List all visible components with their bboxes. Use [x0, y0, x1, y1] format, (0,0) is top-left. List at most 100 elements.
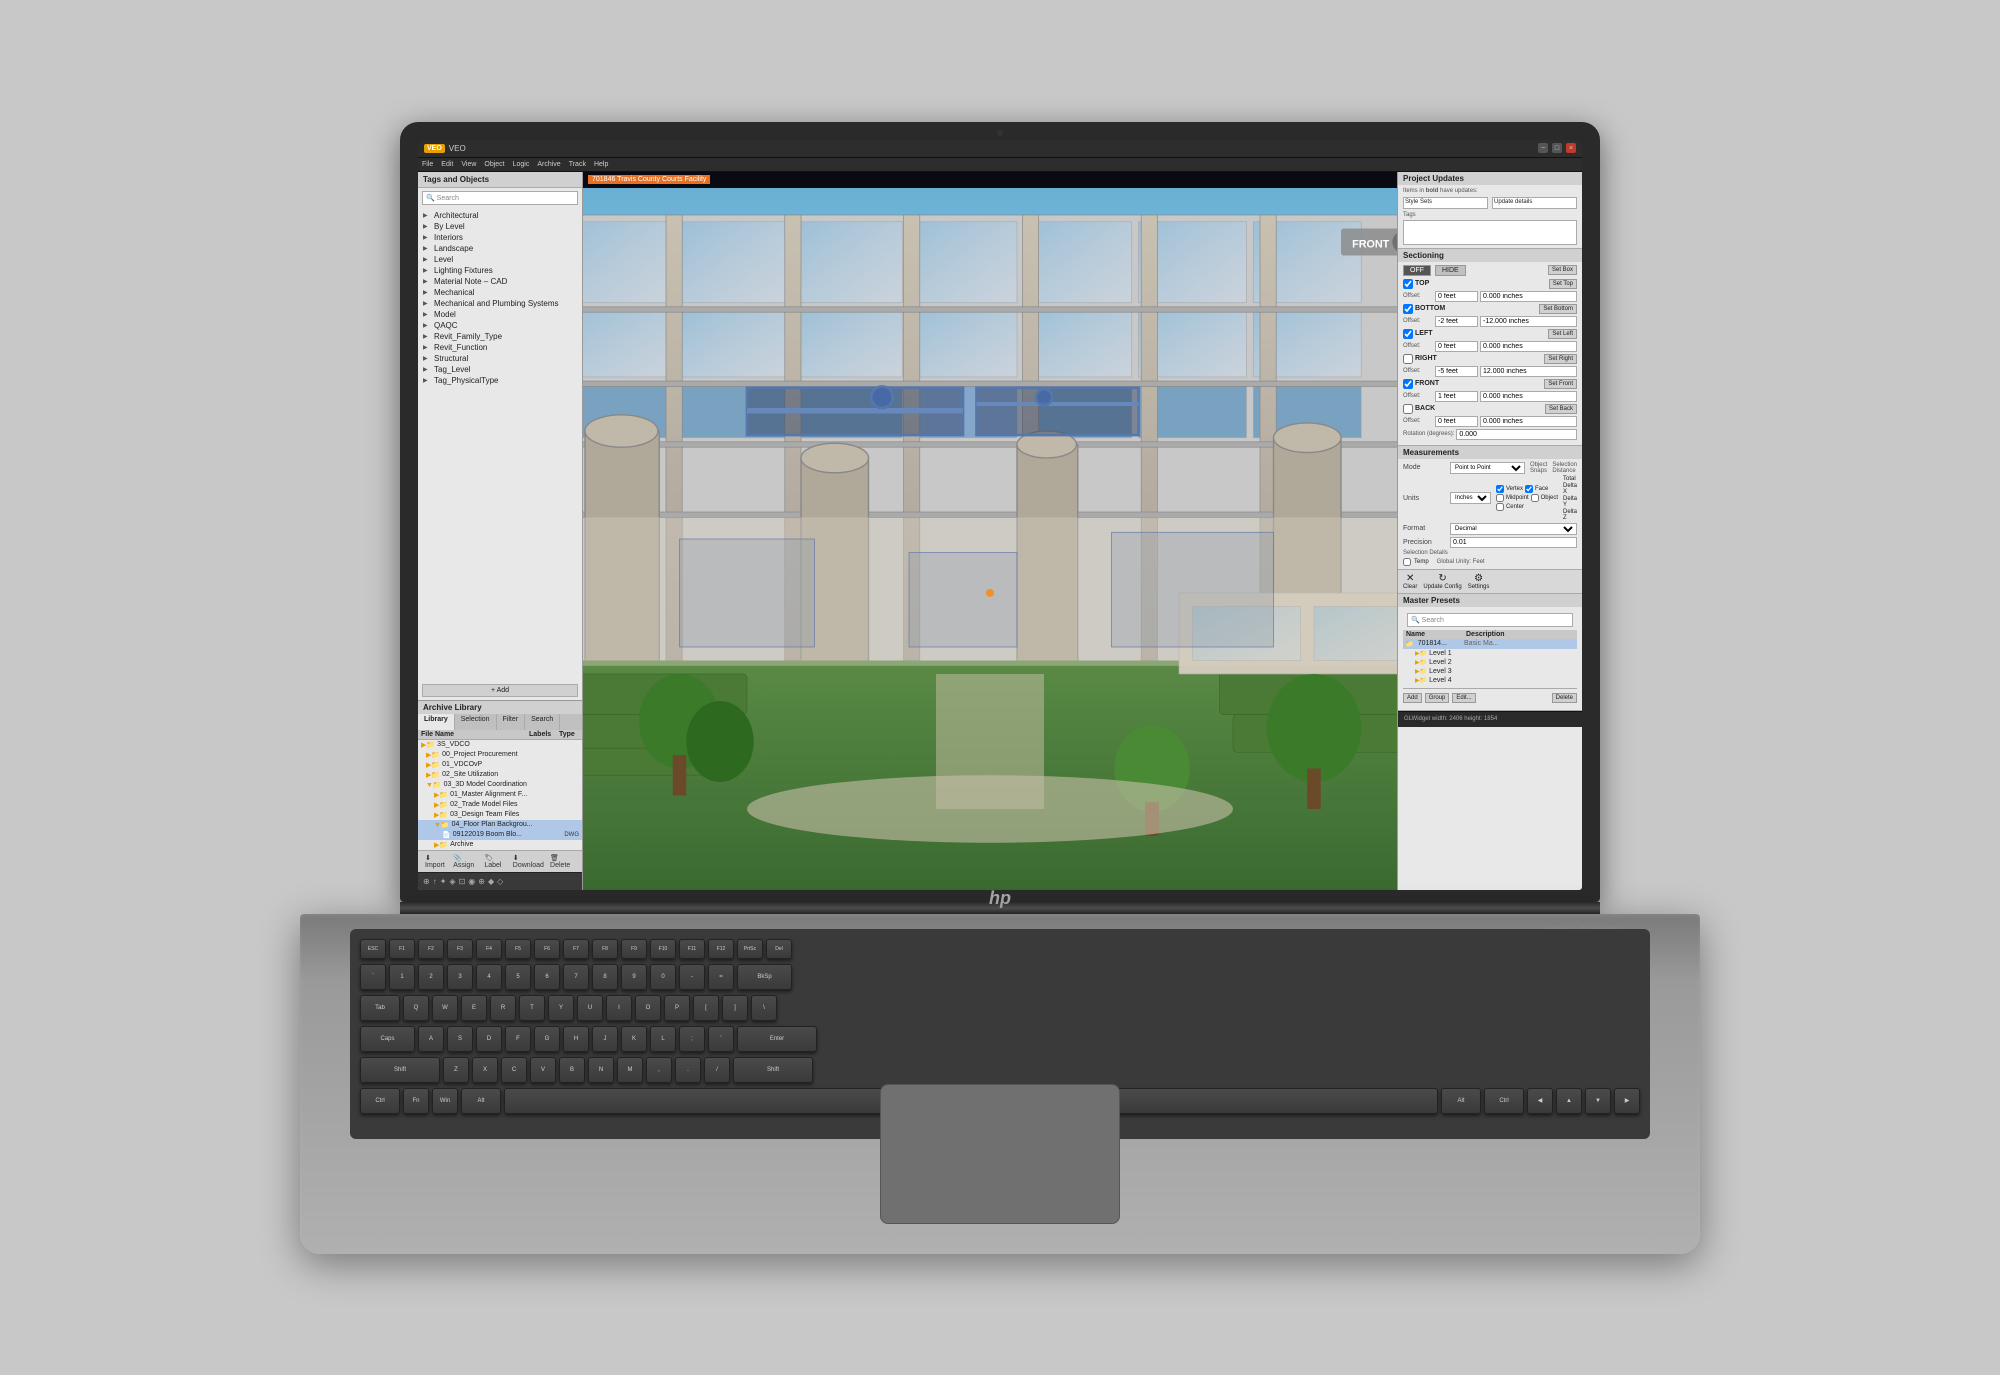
key-g[interactable]: G — [534, 1026, 560, 1052]
key-f7[interactable]: F7 — [563, 939, 589, 959]
key-9[interactable]: 9 — [621, 964, 647, 990]
preset-level-2[interactable]: ▶📁 Level 2 — [1411, 658, 1577, 667]
key-alt-left[interactable]: Alt — [461, 1088, 501, 1114]
bottom-value-input[interactable] — [1480, 316, 1577, 327]
tree-item-mechanical[interactable]: ▶ Mechanical — [418, 287, 582, 298]
key-del[interactable]: Del — [766, 939, 792, 959]
tree-item-bylevel[interactable]: ▶ By Level — [418, 221, 582, 232]
tab-library[interactable]: Library — [418, 714, 455, 730]
assign-button[interactable]: 📎 Assign — [450, 853, 481, 870]
key-w[interactable]: W — [432, 995, 458, 1021]
delete-button[interactable]: 🗑 Delete — [547, 853, 578, 870]
object-snap[interactable] — [1531, 494, 1539, 502]
key-shift-right[interactable]: Shift — [733, 1057, 813, 1083]
edit-preset-button[interactable]: Edit... — [1452, 693, 1475, 703]
tree-item-qaqc[interactable]: ▶ QAQC — [418, 320, 582, 331]
maximize-button[interactable]: □ — [1552, 143, 1562, 153]
key-h[interactable]: H — [563, 1026, 589, 1052]
key-q[interactable]: Q — [403, 995, 429, 1021]
master-presets-header[interactable]: Master Presets — [1398, 594, 1582, 607]
import-button[interactable]: ⬇ Import — [422, 853, 450, 870]
file-row-trade[interactable]: ▶📁 02_Trade Model Files — [418, 800, 582, 810]
file-row-procurement[interactable]: ▶📁 00_Project Procurement — [418, 750, 582, 760]
key-k[interactable]: K — [621, 1026, 647, 1052]
key-f[interactable]: F — [505, 1026, 531, 1052]
front-offset-input[interactable] — [1435, 391, 1478, 402]
key-f11[interactable]: F11 — [679, 939, 705, 959]
rotation-input[interactable] — [1456, 429, 1577, 440]
tags-search-box[interactable]: 🔍 Search — [422, 191, 578, 205]
tags-area[interactable] — [1403, 220, 1577, 245]
preset-level-3[interactable]: ▶📁 Level 3 — [1411, 667, 1577, 676]
tree-item-structural[interactable]: ▶ Structural — [418, 353, 582, 364]
toolbar-icon-8[interactable]: ◆ — [488, 877, 494, 886]
front-checkbox[interactable] — [1403, 379, 1413, 389]
tree-item-revit-family[interactable]: ▶ Revit_Family_Type — [418, 331, 582, 342]
top-checkbox[interactable] — [1403, 279, 1413, 289]
file-row-site[interactable]: ▶📁 02_Site Utilization — [418, 770, 582, 780]
back-checkbox[interactable] — [1403, 404, 1413, 414]
tree-item-lighting[interactable]: ▶ Lighting Fixtures — [418, 265, 582, 276]
key-backtick[interactable]: ` — [360, 964, 386, 990]
toolbar-icon-3[interactable]: ✦ — [440, 877, 447, 886]
right-value-input[interactable] — [1480, 366, 1577, 377]
key-f6[interactable]: F6 — [534, 939, 560, 959]
label-button[interactable]: 🏷 Label — [481, 853, 509, 870]
viewport[interactable]: 701846 Travis County Courts Facility — [583, 172, 1397, 890]
set-back-button[interactable]: Set Back — [1545, 404, 1577, 414]
left-offset-input[interactable] — [1435, 341, 1478, 352]
key-f1[interactable]: F1 — [389, 939, 415, 959]
update-details-input[interactable]: Update details — [1492, 197, 1577, 209]
key-l[interactable]: L — [650, 1026, 676, 1052]
key-minus[interactable]: - — [679, 964, 705, 990]
add-preset-button[interactable]: Add — [1403, 693, 1422, 703]
set-right-button[interactable]: Set Right — [1544, 354, 1577, 364]
key-f4[interactable]: F4 — [476, 939, 502, 959]
back-offset-input[interactable] — [1435, 416, 1478, 427]
key-v[interactable]: V — [530, 1057, 556, 1083]
tree-item-material[interactable]: ▶ Material Note – CAD — [418, 276, 582, 287]
measurements-header[interactable]: Measurements — [1398, 446, 1582, 459]
key-arrow-down[interactable]: ▼ — [1585, 1088, 1611, 1114]
key-backslash[interactable]: \ — [751, 995, 777, 1021]
key-period[interactable]: . — [675, 1057, 701, 1083]
key-f2[interactable]: F2 — [418, 939, 444, 959]
key-c[interactable]: C — [501, 1057, 527, 1083]
left-checkbox[interactable] — [1403, 329, 1413, 339]
key-comma[interactable]: , — [646, 1057, 672, 1083]
key-n[interactable]: N — [588, 1057, 614, 1083]
toolbar-icon-2[interactable]: ↑ — [433, 877, 437, 886]
file-row-vdcovp[interactable]: ▶📁 01_VDCOvP — [418, 760, 582, 770]
set-top-button[interactable]: Set Top — [1549, 279, 1577, 289]
touchpad[interactable] — [880, 1084, 1120, 1224]
key-ctrl-right[interactable]: Ctrl — [1484, 1088, 1524, 1114]
key-6[interactable]: 6 — [534, 964, 560, 990]
key-1[interactable]: 1 — [389, 964, 415, 990]
file-row-boom[interactable]: 📄 09122019 Boom Blo... DWG — [418, 830, 582, 840]
key-shift-left[interactable]: Shift — [360, 1057, 440, 1083]
key-a[interactable]: A — [418, 1026, 444, 1052]
tree-item-tag-physical[interactable]: ▶ Tag_PhysicalType — [418, 375, 582, 386]
toolbar-icon-5[interactable]: ⊡ — [459, 877, 466, 886]
section-off-button[interactable]: OFF — [1403, 265, 1431, 276]
key-arrow-left[interactable]: ◀ — [1527, 1088, 1553, 1114]
menu-track[interactable]: Track — [569, 161, 586, 168]
toolbar-icon-9[interactable]: ◇ — [497, 877, 503, 886]
menu-file[interactable]: File — [422, 161, 433, 168]
bottom-checkbox[interactable] — [1403, 304, 1413, 314]
toolbar-icon-4[interactable]: ◈ — [449, 877, 455, 886]
file-row-vdco[interactable]: ▶📁 3S_VDCO — [418, 740, 582, 750]
key-f8[interactable]: F8 — [592, 939, 618, 959]
tree-item-mech-plumbing[interactable]: ▶ Mechanical and Plumbing Systems — [418, 298, 582, 309]
format-select[interactable]: Decimal — [1450, 523, 1577, 535]
key-arrow-right[interactable]: ▶ — [1614, 1088, 1640, 1114]
menu-edit[interactable]: Edit — [441, 161, 453, 168]
key-j[interactable]: J — [592, 1026, 618, 1052]
set-left-button[interactable]: Set Left — [1548, 329, 1577, 339]
key-prtsc[interactable]: PrtSc — [737, 939, 763, 959]
set-bottom-button[interactable]: Set Bottom — [1539, 304, 1577, 314]
midpoint-snap[interactable] — [1496, 494, 1504, 502]
menu-archive[interactable]: Archive — [537, 161, 560, 168]
close-button[interactable]: × — [1566, 143, 1576, 153]
key-p[interactable]: P — [664, 995, 690, 1021]
